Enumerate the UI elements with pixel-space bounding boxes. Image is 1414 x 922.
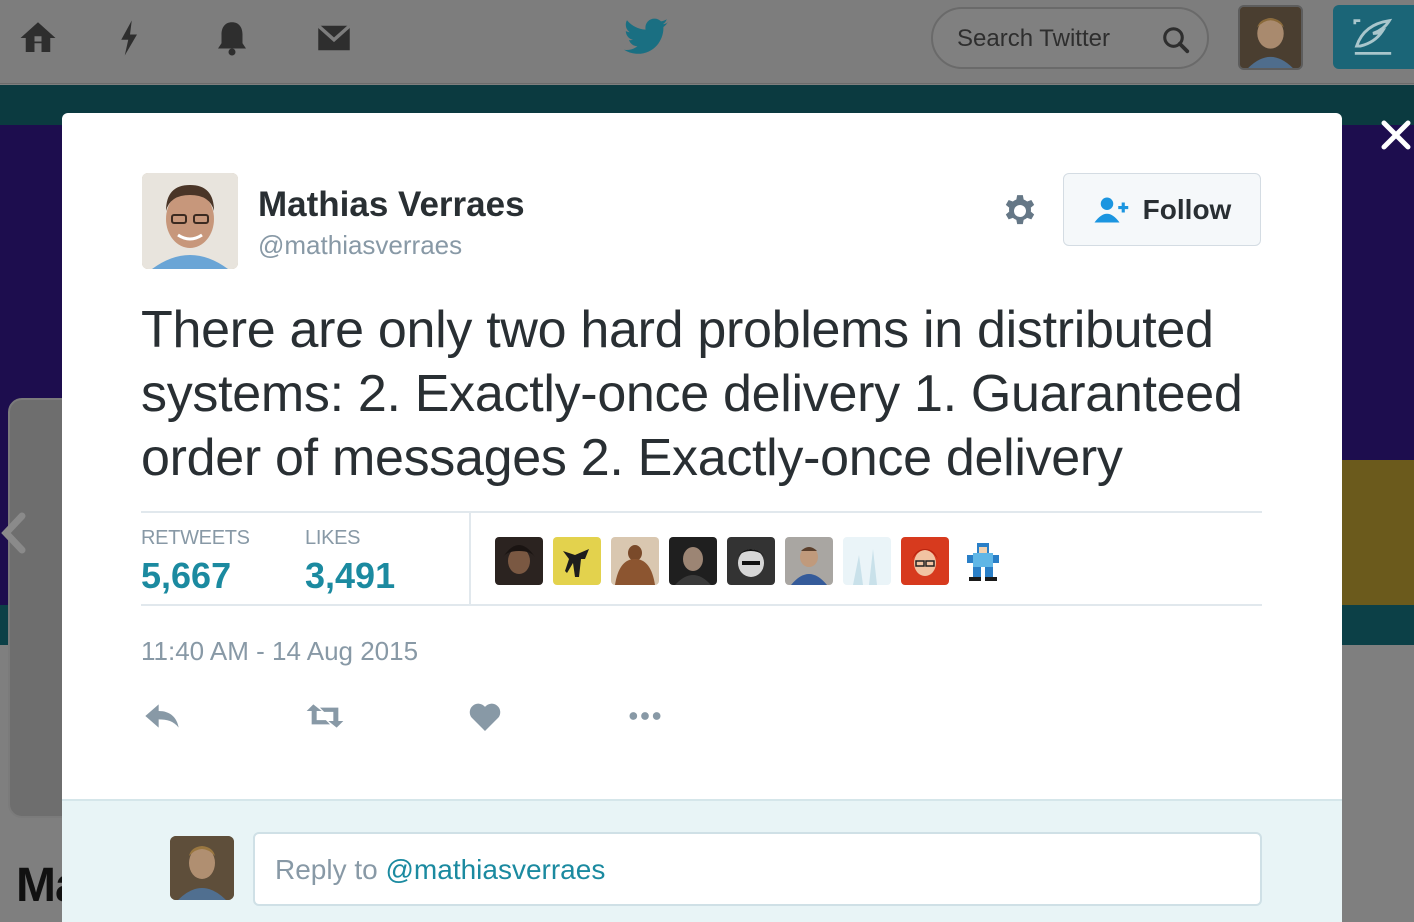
moments-icon[interactable] xyxy=(106,14,154,62)
more-icon xyxy=(629,712,661,720)
liker-avatar[interactable] xyxy=(669,537,717,585)
like-icon xyxy=(469,703,501,731)
home-icon[interactable] xyxy=(14,14,62,62)
tweet-modal: Mathias Verraes @mathiasverraes Follow T… xyxy=(62,113,1342,922)
liker-avatar[interactable] xyxy=(843,537,891,585)
liker-avatar[interactable] xyxy=(785,537,833,585)
author-handle[interactable]: @mathiasverraes xyxy=(258,230,462,261)
current-user-avatar[interactable] xyxy=(170,836,234,900)
twitter-bird-icon[interactable] xyxy=(622,16,670,60)
like-button[interactable] xyxy=(465,696,505,736)
more-button[interactable] xyxy=(625,696,665,736)
reply-button[interactable] xyxy=(142,696,182,736)
reply-prefix: Reply to xyxy=(275,854,386,885)
previous-chevron-icon[interactable] xyxy=(0,510,30,556)
reply-icon xyxy=(145,704,179,728)
top-navigation-bar xyxy=(0,0,1414,84)
liker-avatar[interactable] xyxy=(495,537,543,585)
tweet-timestamp[interactable]: 11:40 AM - 14 Aug 2015 xyxy=(141,636,418,667)
liker-avatar[interactable] xyxy=(611,537,659,585)
follow-button[interactable]: Follow xyxy=(1063,173,1261,246)
liker-avatar[interactable] xyxy=(959,537,1007,585)
messages-icon[interactable] xyxy=(310,14,358,62)
add-user-icon xyxy=(1094,197,1128,222)
compose-tweet-icon xyxy=(1353,18,1393,55)
liker-avatar[interactable] xyxy=(901,537,949,585)
retweet-button[interactable] xyxy=(305,696,345,736)
liker-avatar[interactable] xyxy=(553,537,601,585)
author-name[interactable]: Mathias Verraes xyxy=(258,185,525,225)
tweet-text: There are only two hard problems in dist… xyxy=(141,301,1243,487)
likes-label[interactable]: LIKES xyxy=(305,527,361,550)
user-avatar[interactable] xyxy=(1238,5,1303,70)
compose-tweet-button[interactable] xyxy=(1333,5,1414,69)
reply-area: Reply to @mathiasverraes xyxy=(62,799,1342,922)
search-icon[interactable] xyxy=(1161,25,1191,55)
retweets-label[interactable]: RETWEETS xyxy=(141,527,250,550)
notifications-icon[interactable] xyxy=(208,14,256,62)
stats-divider xyxy=(469,513,471,606)
liker-avatar[interactable] xyxy=(727,537,775,585)
background-banner-detail xyxy=(1342,460,1414,605)
search-input[interactable] xyxy=(957,23,1157,55)
likes-count[interactable]: 3,491 xyxy=(305,555,395,597)
search-box[interactable] xyxy=(931,7,1209,69)
reply-input[interactable]: Reply to @mathiasverraes xyxy=(253,832,1262,906)
retweet-icon xyxy=(306,704,344,728)
author-avatar[interactable] xyxy=(142,173,238,269)
follow-label: Follow xyxy=(1142,193,1232,225)
gear-icon[interactable] xyxy=(1000,191,1040,231)
reply-handle: @mathiasverraes xyxy=(385,854,606,885)
close-icon[interactable] xyxy=(1378,117,1414,153)
retweets-count[interactable]: 5,667 xyxy=(141,555,231,597)
likers-avatars xyxy=(495,537,1007,587)
tweet-stats: RETWEETS 5,667 LIKES 3,491 xyxy=(141,511,1262,606)
